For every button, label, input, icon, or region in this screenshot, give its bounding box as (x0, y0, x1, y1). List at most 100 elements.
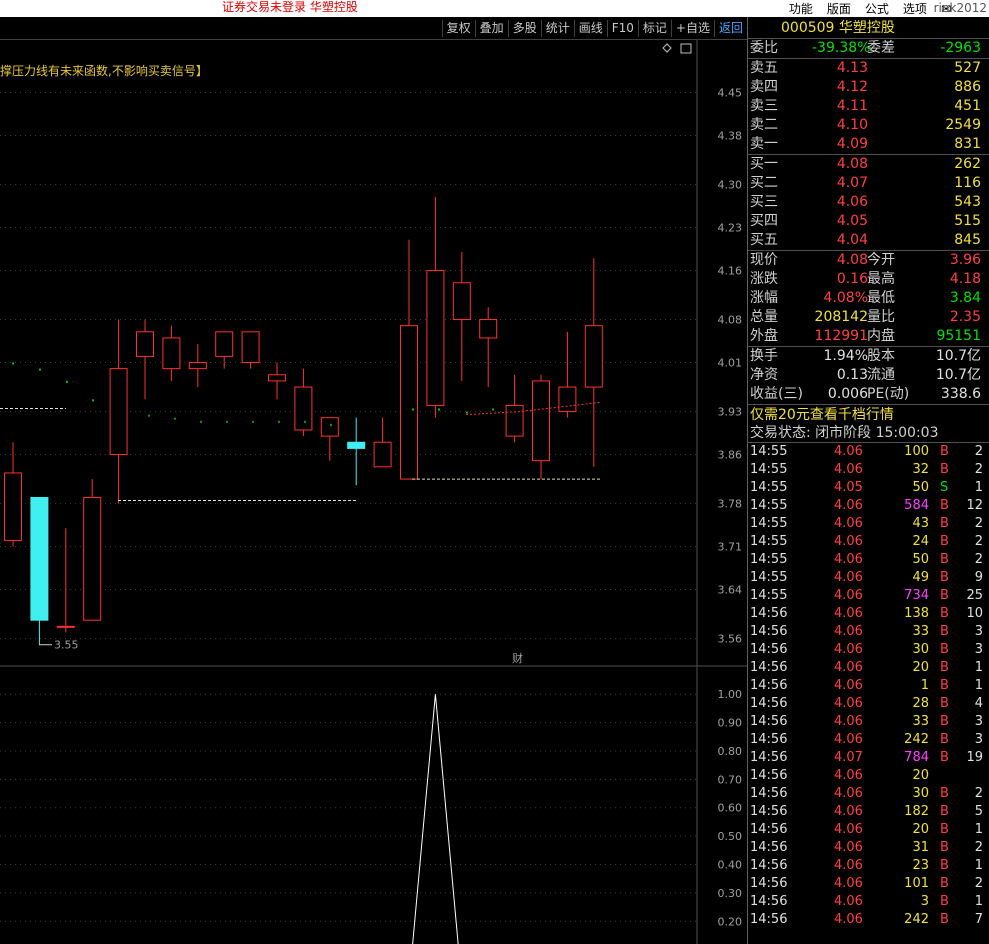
candle-body[interactable] (136, 331, 154, 357)
menu-function[interactable]: 功能 (789, 0, 813, 17)
statistics-button[interactable]: 统计 (540, 20, 574, 37)
tick-price: 4.06 (834, 552, 863, 567)
sell-order-label: 卖一 (750, 136, 778, 152)
sell-order-price: 4.10 (836, 117, 868, 133)
sell-order-row[interactable]: 卖四 4.12 886 (748, 78, 989, 97)
finance-marker[interactable]: 财 (512, 651, 523, 665)
tick-direction: B (940, 534, 949, 549)
tick-row[interactable]: 14:55 4.06 24 B 2 (748, 533, 989, 551)
level2-promo[interactable]: 仅需20元查看千档行情 (748, 404, 989, 424)
sell-order-row[interactable]: 卖一 4.09 831 (748, 135, 989, 154)
tick-row[interactable]: 14:56 4.06 101 B 2 (748, 875, 989, 893)
candle-body[interactable] (30, 496, 49, 621)
tick-price: 4.05 (834, 480, 863, 495)
tick-row[interactable]: 14:55 4.06 100 B 2 (748, 443, 989, 461)
mark-button[interactable]: 标记 (637, 20, 671, 37)
candle-body[interactable] (532, 380, 550, 462)
tick-row[interactable]: 14:56 4.06 20 (748, 767, 989, 785)
tick-row[interactable]: 14:56 4.06 20 B 1 (748, 659, 989, 677)
candle-body[interactable] (241, 331, 260, 363)
tick-row[interactable]: 14:56 4.06 138 B 10 (748, 605, 989, 623)
candle-body[interactable] (479, 319, 498, 339)
tick-direction: B (940, 714, 949, 729)
tick-row[interactable]: 14:56 4.06 31 B 2 (748, 839, 989, 857)
tick-row[interactable]: 14:55 4.06 50 B 2 (748, 551, 989, 569)
tick-row[interactable]: 14:56 4.06 28 B 4 (748, 695, 989, 713)
tick-price: 4.06 (834, 660, 863, 675)
tick-row[interactable]: 14:55 4.06 584 B 12 (748, 497, 989, 515)
login-warning[interactable]: 证券交易未登录 华塑控股 (222, 0, 358, 15)
stat-row: 总量 208142 量比 2.35 (748, 308, 989, 327)
candle-body[interactable] (426, 269, 445, 406)
tick-row[interactable]: 14:56 4.06 30 B 3 (748, 641, 989, 659)
tick-row[interactable]: 14:55 4.06 43 B 2 (748, 515, 989, 533)
tick-row[interactable]: 14:56 4.06 30 B 2 (748, 785, 989, 803)
candle-body[interactable] (109, 368, 128, 456)
add-watchlist-button[interactable]: +自选 (670, 20, 714, 37)
candle-body[interactable] (4, 472, 22, 541)
tick-direction: B (940, 570, 949, 585)
tick-row[interactable]: 14:56 4.06 3 B 1 (748, 893, 989, 911)
tick-row[interactable]: 14:56 4.06 33 B 3 (748, 623, 989, 641)
candle-body[interactable] (56, 625, 75, 628)
tick-row[interactable]: 14:55 4.06 32 B 2 (748, 461, 989, 479)
candle-body[interactable] (558, 386, 577, 413)
username[interactable]: rink2012 (934, 1, 987, 15)
tick-row[interactable]: 14:56 4.07 784 B 19 (748, 749, 989, 767)
kline-chart[interactable]: 4.45 4.38 4.30 4.23 4.16 4.08 4.01 3.93 3.86 3.78… (0, 40, 747, 944)
candle-body[interactable] (320, 417, 339, 437)
window-toggle-icon[interactable] (680, 43, 692, 54)
candle-body[interactable] (584, 325, 603, 388)
tick-row[interactable]: 14:56 4.06 20 B 1 (748, 821, 989, 839)
stock-name: 华塑控股 (838, 20, 895, 36)
price-tick-label: 3.64 (718, 584, 743, 597)
tick-row[interactable]: 14:56 4.06 33 B 3 (748, 713, 989, 731)
sell-order-row[interactable]: 卖二 4.10 2549 (748, 116, 989, 135)
tick-price: 4.06 (834, 804, 863, 819)
f10-button[interactable]: F10 (606, 20, 638, 37)
diamond-icon[interactable] (662, 43, 672, 53)
multi-stock-button[interactable]: 多股 (507, 20, 541, 37)
fundamental-value: 0.006 (827, 386, 868, 402)
candle-body[interactable] (215, 331, 234, 357)
stat-value: 3.84 (949, 290, 981, 306)
tick-row[interactable]: 14:56 4.06 242 B 3 (748, 731, 989, 749)
buy-order-row[interactable]: 买五 4.04 845 (748, 231, 989, 250)
menu-layout[interactable]: 版面 (827, 0, 851, 17)
tick-row[interactable]: 14:56 4.06 1 B 1 (748, 677, 989, 695)
overlay-button[interactable]: 叠加 (474, 20, 508, 37)
candle-body[interactable] (452, 282, 471, 321)
restore-rights-button[interactable]: 复权 (441, 20, 475, 37)
candle-body[interactable] (83, 496, 102, 621)
chart-canvas[interactable]: 4.45 4.38 4.30 4.23 4.16 4.08 4.01 3.93 3.86 3.78… (0, 40, 747, 944)
candle-body[interactable] (188, 362, 207, 370)
menu-options[interactable]: 选项 (903, 0, 927, 17)
sell-order-row[interactable]: 卖五 4.13 527 (748, 59, 989, 78)
tick-row[interactable]: 14:55 4.05 50 S 1 (748, 479, 989, 497)
draw-line-button[interactable]: 画线 (573, 20, 607, 37)
candle-body[interactable] (294, 386, 313, 431)
tick-list[interactable]: 14:55 4.06 100 B 2 14:55 4.06 32 B 2 14:55 4.05 50 S 1… (748, 443, 989, 929)
candle-body[interactable] (373, 441, 392, 468)
price-tick-label: 3.78 (718, 498, 743, 511)
candle-body[interactable] (347, 441, 366, 449)
candle-body[interactable] (505, 404, 524, 437)
tick-row[interactable]: 14:55 4.06 734 B 25 (748, 587, 989, 605)
candle-body[interactable] (400, 325, 418, 480)
tick-count: 5 (974, 804, 983, 819)
tick-row[interactable]: 14:56 4.06 182 B 5 (748, 803, 989, 821)
tick-price: 4.06 (834, 858, 863, 873)
menu-formula[interactable]: 公式 (865, 0, 889, 17)
buy-order-row[interactable]: 买二 4.07 116 (748, 174, 989, 193)
buy-order-row[interactable]: 买三 4.06 543 (748, 193, 989, 212)
candle-body[interactable] (268, 374, 286, 382)
candle-body[interactable] (162, 337, 181, 370)
tick-row[interactable]: 14:55 4.06 49 B 9 (748, 569, 989, 587)
buy-order-row[interactable]: 买四 4.05 515 (748, 212, 989, 231)
tick-row[interactable]: 14:56 4.06 242 B 7 (748, 911, 989, 929)
buy-order-row[interactable]: 买一 4.08 262 (748, 155, 989, 174)
tick-row[interactable]: 14:56 4.06 23 B 1 (748, 857, 989, 875)
sell-order-row[interactable]: 卖三 4.11 451 (748, 97, 989, 116)
price-tick-label: 4.45 (718, 87, 743, 100)
back-button[interactable]: 返回 (713, 20, 747, 37)
